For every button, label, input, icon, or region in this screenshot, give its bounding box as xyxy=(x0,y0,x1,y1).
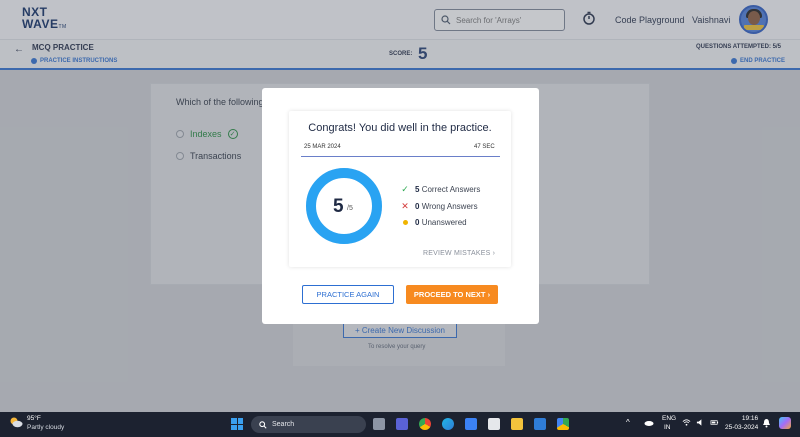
score-ring-progress xyxy=(306,168,382,244)
dot-icon xyxy=(402,220,408,225)
file-explorer-icon[interactable] xyxy=(511,418,523,430)
clock-date: 25-03-2024 xyxy=(725,424,759,431)
battery-icon[interactable] xyxy=(710,418,719,427)
practice-date: 25 MAR 2024 xyxy=(304,144,341,150)
language-region: IN xyxy=(664,424,671,431)
todo-icon[interactable] xyxy=(534,418,546,430)
language-indicator[interactable]: ENG xyxy=(662,415,676,422)
edge-icon[interactable] xyxy=(442,418,454,430)
system-tray[interactable] xyxy=(682,418,719,427)
partly-cloudy-icon[interactable] xyxy=(9,416,23,428)
correct-answers-stat: ✓ 5 Correct Answers xyxy=(401,184,481,194)
windows-start-icon[interactable] xyxy=(231,418,243,430)
drive-icon[interactable] xyxy=(557,418,569,430)
weather-condition: Partly cloudy xyxy=(27,424,65,431)
temperature: 95°F xyxy=(27,415,41,422)
time-taken: 47 SEC xyxy=(474,144,495,150)
unanswered-stat: 0 Unanswered xyxy=(401,218,467,227)
chevron-right-icon: › xyxy=(492,250,496,257)
congrats-message: Congrats! You did well in the practice. xyxy=(308,122,492,134)
ring-score: 5 xyxy=(333,196,344,217)
notification-bell-icon[interactable] xyxy=(762,418,771,428)
review-mistakes-link[interactable]: REVIEW MISTAKES › xyxy=(423,250,495,257)
cross-icon: ✕ xyxy=(401,201,409,211)
score-ring xyxy=(306,168,382,244)
copilot-icon[interactable] xyxy=(779,417,791,429)
teams-icon[interactable] xyxy=(396,418,408,430)
wrong-answers-stat: ✕ 0 Wrong Answers xyxy=(401,201,478,211)
practice-again-button[interactable]: PRACTICE AGAIN xyxy=(302,285,394,304)
divider xyxy=(301,156,500,157)
wifi-icon[interactable] xyxy=(682,418,691,427)
task-view-icon[interactable] xyxy=(373,418,385,430)
chevron-up-icon[interactable]: ^ xyxy=(626,418,630,427)
volume-icon[interactable] xyxy=(696,418,705,427)
proceed-to-next-button[interactable]: PROCEED TO NEXT › xyxy=(406,285,498,304)
clock-time[interactable]: 19:16 xyxy=(740,415,760,422)
chevron-right-icon: › xyxy=(487,290,491,299)
check-icon: ✓ xyxy=(401,184,409,194)
onedrive-icon[interactable] xyxy=(644,419,654,426)
store-icon[interactable] xyxy=(465,418,477,430)
file-icon[interactable] xyxy=(488,418,500,430)
search-icon xyxy=(259,420,267,429)
chrome-icon[interactable] xyxy=(419,418,431,430)
taskbar-search[interactable]: Search xyxy=(251,416,366,433)
ring-total: /5 xyxy=(347,205,353,212)
